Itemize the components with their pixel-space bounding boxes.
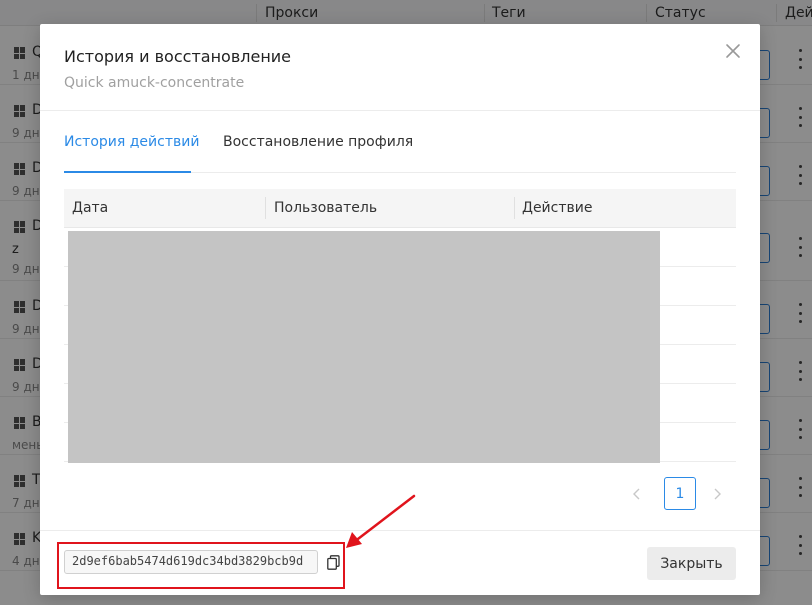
tab-profile-restore[interactable]: Восстановление профиля	[223, 134, 413, 150]
close-icon[interactable]	[724, 42, 742, 60]
divider	[40, 110, 760, 111]
pagination: 1	[632, 477, 736, 510]
close-button[interactable]: Закрыть	[647, 547, 736, 580]
column-header-date: Дата	[72, 200, 109, 216]
column-header-action: Действие	[522, 200, 593, 216]
tabs: История действий Восстановление профиля	[64, 132, 736, 173]
tab-action-history[interactable]: История действий	[64, 134, 199, 150]
active-tab-indicator	[64, 171, 191, 173]
redacted-area	[68, 231, 660, 463]
column-separator	[265, 197, 266, 219]
column-header-user: Пользователь	[274, 200, 378, 216]
table-header: Дата Пользователь Действие	[64, 189, 736, 228]
annotation-highlight-box	[57, 542, 345, 589]
modal-title: История и восстановление	[64, 47, 292, 66]
column-separator	[514, 197, 515, 219]
page-1-button[interactable]: 1	[664, 477, 696, 510]
chevron-right-icon[interactable]	[712, 486, 722, 500]
modal-subtitle: Quick amuck-concentrate	[64, 75, 245, 91]
chevron-left-icon[interactable]	[632, 486, 642, 500]
annotation-arrow-icon	[346, 494, 416, 548]
